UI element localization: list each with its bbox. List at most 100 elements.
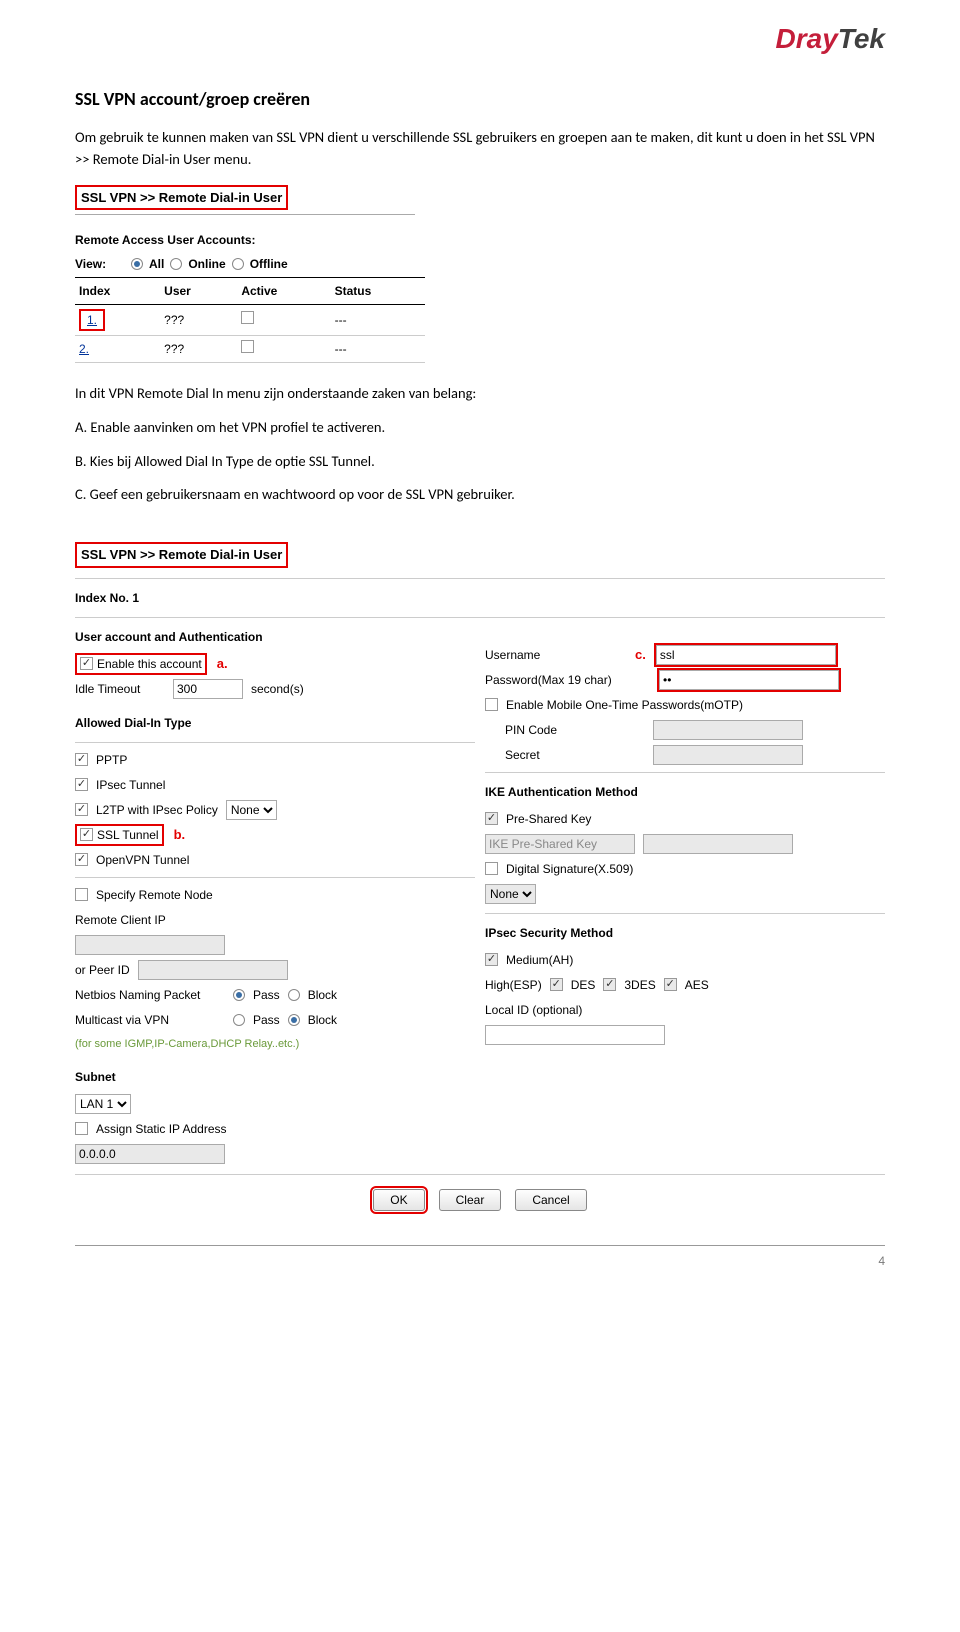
cancel-button[interactable]: Cancel [515,1189,586,1211]
psk-text-input[interactable] [485,834,635,854]
ok-button[interactable]: OK [373,1189,424,1211]
point-c: C. Geef een gebruikersnaam en wachtwoord… [75,484,885,506]
local-id-input[interactable] [485,1025,665,1045]
remote-client-ip-input[interactable] [75,935,225,955]
left-column: User account and Authentication Enable t… [75,624,475,1168]
password-input[interactable] [659,670,839,690]
medium-ah-label: Medium(AH) [506,951,573,969]
remote-client-ip-label: Remote Client IP [75,911,166,929]
checkbox-pptp[interactable] [75,753,88,766]
checkbox-openvpn[interactable] [75,853,88,866]
page-title: SSL VPN account/groep creëren [75,86,885,113]
annotation-b: b. [174,825,186,845]
dsig-select[interactable]: None [485,884,536,904]
radio-netbios-block[interactable] [288,989,300,1001]
secret-input[interactable] [653,745,803,765]
annotation-a: a. [217,654,228,674]
peer-id-input[interactable] [138,960,288,980]
checkbox-aes[interactable] [664,978,677,991]
l2tp-policy-select[interactable]: None [226,800,277,820]
l2tp-label: L2TP with IPsec Policy [96,801,218,819]
username-input[interactable] [656,645,836,665]
cell-status: --- [331,305,425,336]
checkbox-des[interactable] [550,978,563,991]
highlight-enable: Enable this account [75,653,207,675]
motp-label: Enable Mobile One-Time Passwords(mOTP) [506,696,743,714]
ipsec-method-heading: IPsec Security Method [485,920,885,946]
des-label: DES [571,976,596,994]
brand-header: DrayTek [75,0,885,68]
block-label-1: Block [308,986,337,1004]
pin-input[interactable] [653,720,803,740]
annotation-c: c. [635,645,646,665]
psk-value-input[interactable] [643,834,793,854]
block-label-2: Block [308,1011,337,1029]
index-no: Index No. 1 [75,585,885,611]
multicast-label: Multicast via VPN [75,1011,225,1029]
index-link-1[interactable]: 1. [87,313,97,327]
checkbox-active-1[interactable] [241,311,254,324]
checkbox-ipsec[interactable] [75,778,88,791]
intro-paragraph: Om gebruik te kunnen maken van SSL VPN d… [75,127,885,171]
page-number: 4 [878,1254,885,1269]
point-b: B. Kies bij Allowed Dial In Type de opti… [75,451,885,473]
view-option-online: Online [188,255,225,273]
breadcrumb: SSL VPN >> Remote Dial-in User [75,185,288,211]
subnet-heading: Subnet [75,1064,475,1090]
static-ip-input[interactable] [75,1144,225,1164]
radio-online[interactable] [170,258,182,270]
breadcrumb: SSL VPN >> Remote Dial-in User [75,542,288,568]
highlight-ssl: SSL Tunnel [75,824,164,846]
remote-accounts-heading: Remote Access User Accounts: [75,231,885,249]
ipsec-label: IPsec Tunnel [96,776,165,794]
checkbox-3des[interactable] [603,978,616,991]
checkbox-active-2[interactable] [241,340,254,353]
view-option-offline: Offline [250,255,288,273]
pass-label-1: Pass [253,986,280,1004]
checkbox-ssl-tunnel[interactable] [80,828,93,841]
screenshot-user-config: SSL VPN >> Remote Dial-in User Index No.… [75,536,885,1223]
brand-logo: DrayTek [776,23,885,54]
assign-static-ip-label: Assign Static IP Address [96,1120,227,1138]
peer-id-label: or Peer ID [75,961,130,979]
pin-label: PIN Code [505,721,645,739]
checkbox-l2tp[interactable] [75,803,88,816]
ssl-tunnel-label: SSL Tunnel [97,826,159,844]
index-link-2[interactable]: 2. [79,342,89,356]
th-status: Status [331,278,425,305]
logo-part2: Tek [838,23,885,54]
checkbox-enable-account[interactable] [80,657,93,670]
checkbox-specify-remote[interactable] [75,888,88,901]
users-table: Index User Active Status 1. ??? --- 2. ?… [75,277,425,363]
user-auth-heading: User account and Authentication [75,624,475,650]
point-a: A. Enable aanvinken om het VPN profiel t… [75,417,885,439]
psk-label: Pre-Shared Key [506,810,591,828]
highlight-index-1: 1. [79,309,105,331]
table-row: 1. ??? --- [75,305,425,336]
radio-netbios-pass[interactable] [233,989,245,1001]
checkbox-motp[interactable] [485,698,498,711]
local-id-label: Local ID (optional) [485,1001,625,1019]
checkbox-dsig[interactable] [485,862,498,875]
checkbox-psk[interactable] [485,812,498,825]
username-label: Username [485,646,625,664]
radio-multicast-pass[interactable] [233,1014,245,1026]
radio-multicast-block[interactable] [288,1014,300,1026]
pass-label-2: Pass [253,1011,280,1029]
secret-label: Secret [505,746,645,764]
clear-button[interactable]: Clear [439,1189,502,1211]
radio-offline[interactable] [232,258,244,270]
netbios-label: Netbios Naming Packet [75,986,225,1004]
th-index: Index [75,278,160,305]
radio-all[interactable] [131,258,143,270]
checkbox-assign-static-ip[interactable] [75,1122,88,1135]
table-header-row: Index User Active Status [75,278,425,305]
th-active: Active [237,278,330,305]
idle-unit: second(s) [251,680,304,698]
specify-remote-label: Specify Remote Node [96,886,213,904]
cell-user: ??? [160,305,237,336]
checkbox-medium-ah[interactable] [485,953,498,966]
cell-status: --- [331,336,425,363]
idle-timeout-input[interactable] [173,679,243,699]
subnet-select[interactable]: LAN 1 [75,1094,131,1114]
